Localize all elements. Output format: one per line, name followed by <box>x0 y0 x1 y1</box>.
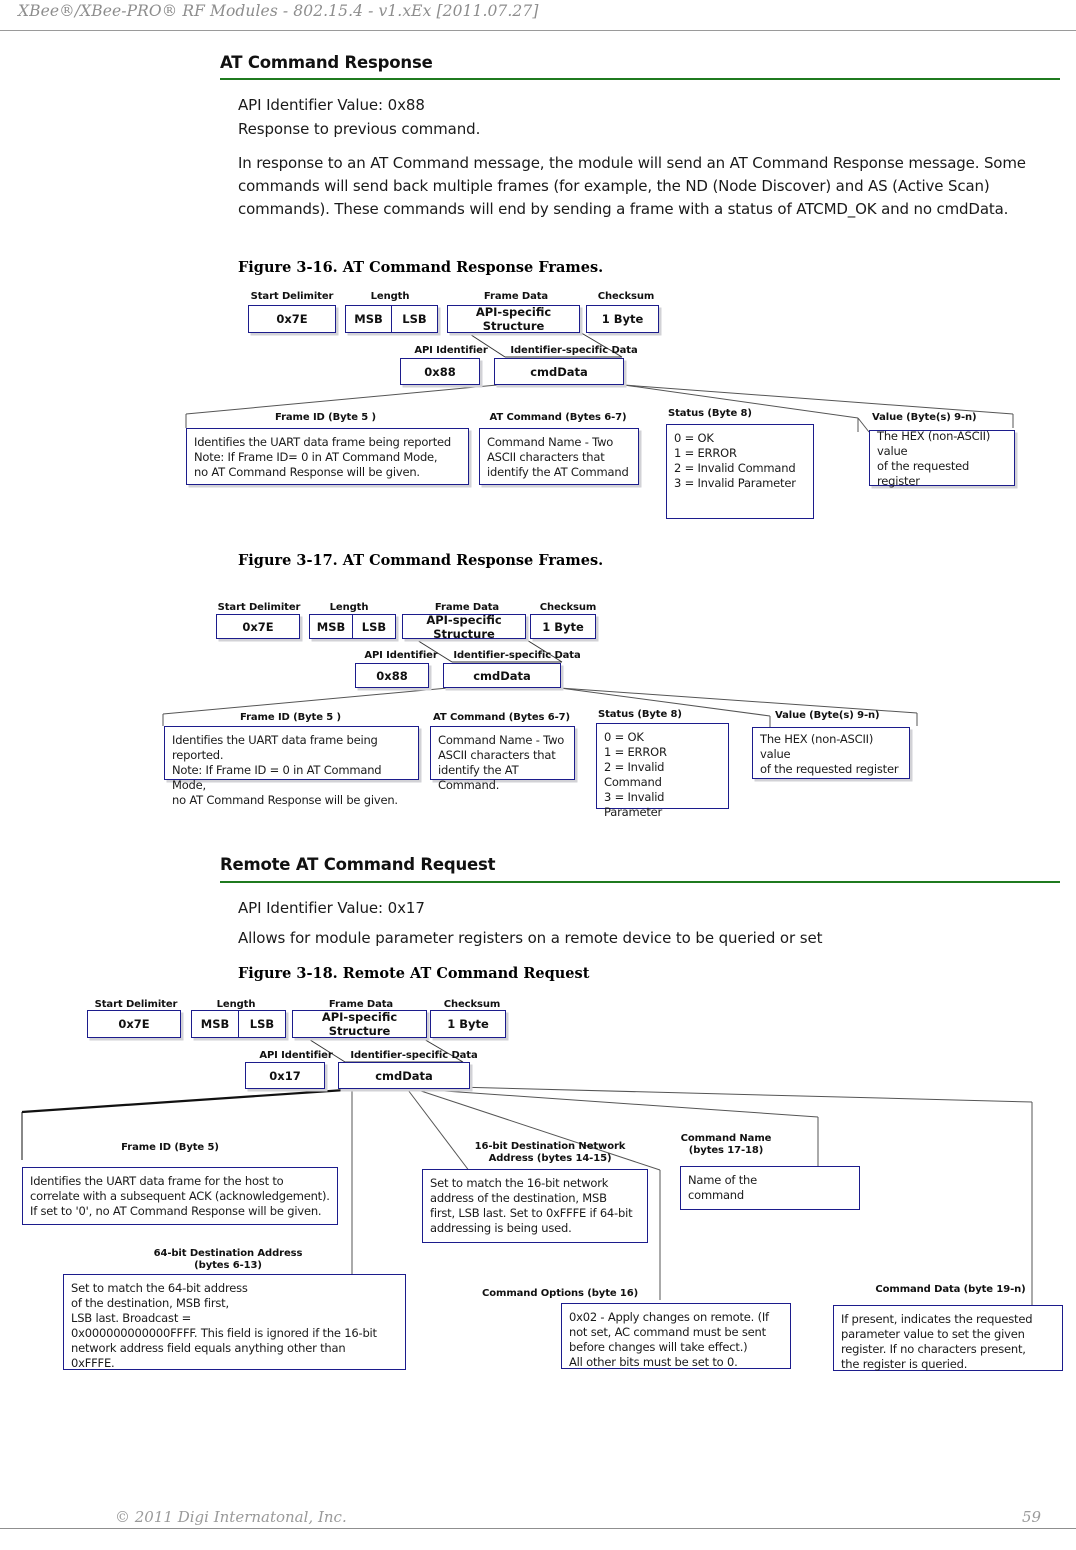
detail-box-at-command: Command Name - Two ASCII characters that… <box>479 428 639 485</box>
detail-box-frame-id-317: Identifies the UART data frame being rep… <box>164 726 419 807</box>
detail-box-status: 0 = OK 1 = ERROR 2 = Invalid Command 3 =… <box>666 424 814 519</box>
detail-label-16bit-destination-network-address: 16-bit Destination Network Address (byte… <box>474 1141 626 1164</box>
response-to-previous-command: Response to previous command. <box>238 120 481 138</box>
section-divider-1 <box>220 78 1060 80</box>
box-checksum: 1 Byte <box>586 305 659 333</box>
box-start-delimiter-318: 0x7E <box>87 1010 181 1038</box>
box-api-identifier-0x17: 0x17 <box>245 1062 325 1089</box>
detail-box-command-options: 0x02 - Apply changes on remote. (If not … <box>561 1303 791 1369</box>
detail-label-at-command: AT Command (Bytes 6-7) <box>489 412 627 423</box>
detail-box-command-name: Name of the command <box>680 1166 860 1210</box>
running-header: XBee®/XBee-PRO® RF Modules - 802.15.4 - … <box>18 2 539 20</box>
label-frame-data-317: Frame Data <box>434 602 500 613</box>
detail-box-frame-id: Identifies the UART data frame being rep… <box>186 428 469 485</box>
label-api-identifier-318: API Identifier <box>259 1050 333 1061</box>
api-identifier-value-0x88: API Identifier Value: 0x88 <box>238 96 425 114</box>
label-api-identifier: API Identifier <box>414 345 488 356</box>
detail-box-16bit-destination-network-address: Set to match the 16-bit network address … <box>422 1169 648 1243</box>
box-cmddata: cmdData <box>494 358 624 385</box>
detail-label-frame-id-318: Frame ID (Byte 5) <box>121 1142 219 1153</box>
detail-label-command-options: Command Options (byte 16) <box>482 1288 639 1299</box>
section-divider-2 <box>220 881 1060 883</box>
box-frame-data-317: API-specific Structure <box>402 613 526 641</box>
label-identifier-specific-data: Identifier-specific Data <box>510 345 638 356</box>
box-start-delimiter: 0x7E <box>248 305 336 333</box>
detail-label-command-data: Command Data (byte 19-n) <box>875 1284 1026 1295</box>
detail-label-at-command-317: AT Command (Bytes 6-7) <box>433 712 570 723</box>
figure-caption-3-16: Figure 3-16. AT Command Response Frames. <box>238 259 604 276</box>
remote-at-description: Allows for module parameter registers on… <box>238 929 823 947</box>
header-divider <box>0 30 1076 31</box>
box-frame-data: API-specific Structure <box>447 305 580 333</box>
page-title-at-command-response: AT Command Response <box>220 53 433 72</box>
detail-label-value: Value (Byte(s) 9-n) <box>872 412 977 423</box>
box-api-identifier-0x88: 0x88 <box>400 358 480 385</box>
detail-label-status-317: Status (Byte 8) <box>598 709 682 720</box>
footer-copyright: © 2011 Digi Internatonal, Inc. <box>115 1508 347 1526</box>
label-length-317: Length <box>329 602 369 613</box>
label-start-delimiter: Start Delimiter <box>250 291 334 302</box>
detail-box-frame-id-318: Identifies the UART data frame for the h… <box>22 1167 338 1225</box>
box-lsb-318: LSB <box>238 1010 286 1038</box>
label-checksum: Checksum <box>597 291 655 302</box>
detail-label-64bit-destination-address: 64-bit Destination Address (bytes 6-13) <box>153 1248 303 1271</box>
box-cmddata-318: cmdData <box>338 1062 470 1089</box>
label-start-delimiter-317: Start Delimiter <box>217 602 301 613</box>
detail-box-64bit-destination-address: Set to match the 64-bit address of the d… <box>63 1274 406 1370</box>
label-identifier-specific-data-318: Identifier-specific Data <box>350 1050 478 1061</box>
label-identifier-specific-data-317: Identifier-specific Data <box>453 650 581 661</box>
label-frame-data-318: Frame Data <box>328 999 394 1010</box>
box-msb-317: MSB <box>309 614 353 639</box>
detail-label-status: Status (Byte 8) <box>668 408 752 419</box>
box-lsb-317: LSB <box>352 614 396 639</box>
at-command-response-paragraph: In response to an AT Command message, th… <box>238 154 1026 218</box>
label-checksum-317: Checksum <box>539 602 597 613</box>
detail-label-frame-id: Frame ID (Byte 5 ) <box>274 412 377 423</box>
detail-box-value-317: The HEX (non-ASCII) value of the request… <box>752 727 910 779</box>
figure-caption-3-17: Figure 3-17. AT Command Response Frames. <box>238 552 604 569</box>
box-start-delimiter-317: 0x7E <box>216 614 300 639</box>
box-checksum-318: 1 Byte <box>430 1010 506 1038</box>
box-msb: MSB <box>345 305 392 333</box>
box-frame-data-318: API-specific Structure <box>292 1010 427 1038</box>
box-api-identifier-0x88-317: 0x88 <box>355 663 429 688</box>
label-api-identifier-317: API Identifier <box>364 650 438 661</box>
detail-label-value-317: Value (Byte(s) 9-n) <box>775 710 880 721</box>
detail-label-frame-id-317: Frame ID (Byte 5 ) <box>239 712 342 723</box>
detail-box-at-command-317: Command Name - Two ASCII characters that… <box>430 726 575 792</box>
box-lsb: LSB <box>391 305 438 333</box>
footer-page-number: 59 <box>1022 1508 1042 1526</box>
footer-divider <box>0 1528 1076 1529</box>
label-checksum-318: Checksum <box>443 999 501 1010</box>
label-length: Length <box>370 291 410 302</box>
box-checksum-317: 1 Byte <box>530 614 596 639</box>
figure-caption-3-18: Figure 3-18. Remote AT Command Request <box>238 965 590 982</box>
detail-box-value: The HEX (non-ASCII) value of the request… <box>869 429 1015 488</box>
document-page: XBee®/XBee-PRO® RF Modules - 802.15.4 - … <box>0 0 1076 1550</box>
box-cmddata-317: cmdData <box>443 663 561 688</box>
api-identifier-value-0x17: API Identifier Value: 0x17 <box>238 899 425 917</box>
detail-box-command-data: If present, indicates the requested para… <box>833 1305 1063 1371</box>
page-title-remote-at-command-request: Remote AT Command Request <box>220 855 496 874</box>
label-length-318: Length <box>216 999 256 1010</box>
detail-box-status-317: 0 = OK 1 = ERROR 2 = Invalid Command 3 =… <box>596 723 729 819</box>
box-msb-318: MSB <box>191 1010 239 1038</box>
label-frame-data: Frame Data <box>483 291 549 302</box>
detail-label-command-name: Command Name (bytes 17-18) <box>680 1133 772 1156</box>
label-start-delimiter-318: Start Delimiter <box>94 999 178 1010</box>
